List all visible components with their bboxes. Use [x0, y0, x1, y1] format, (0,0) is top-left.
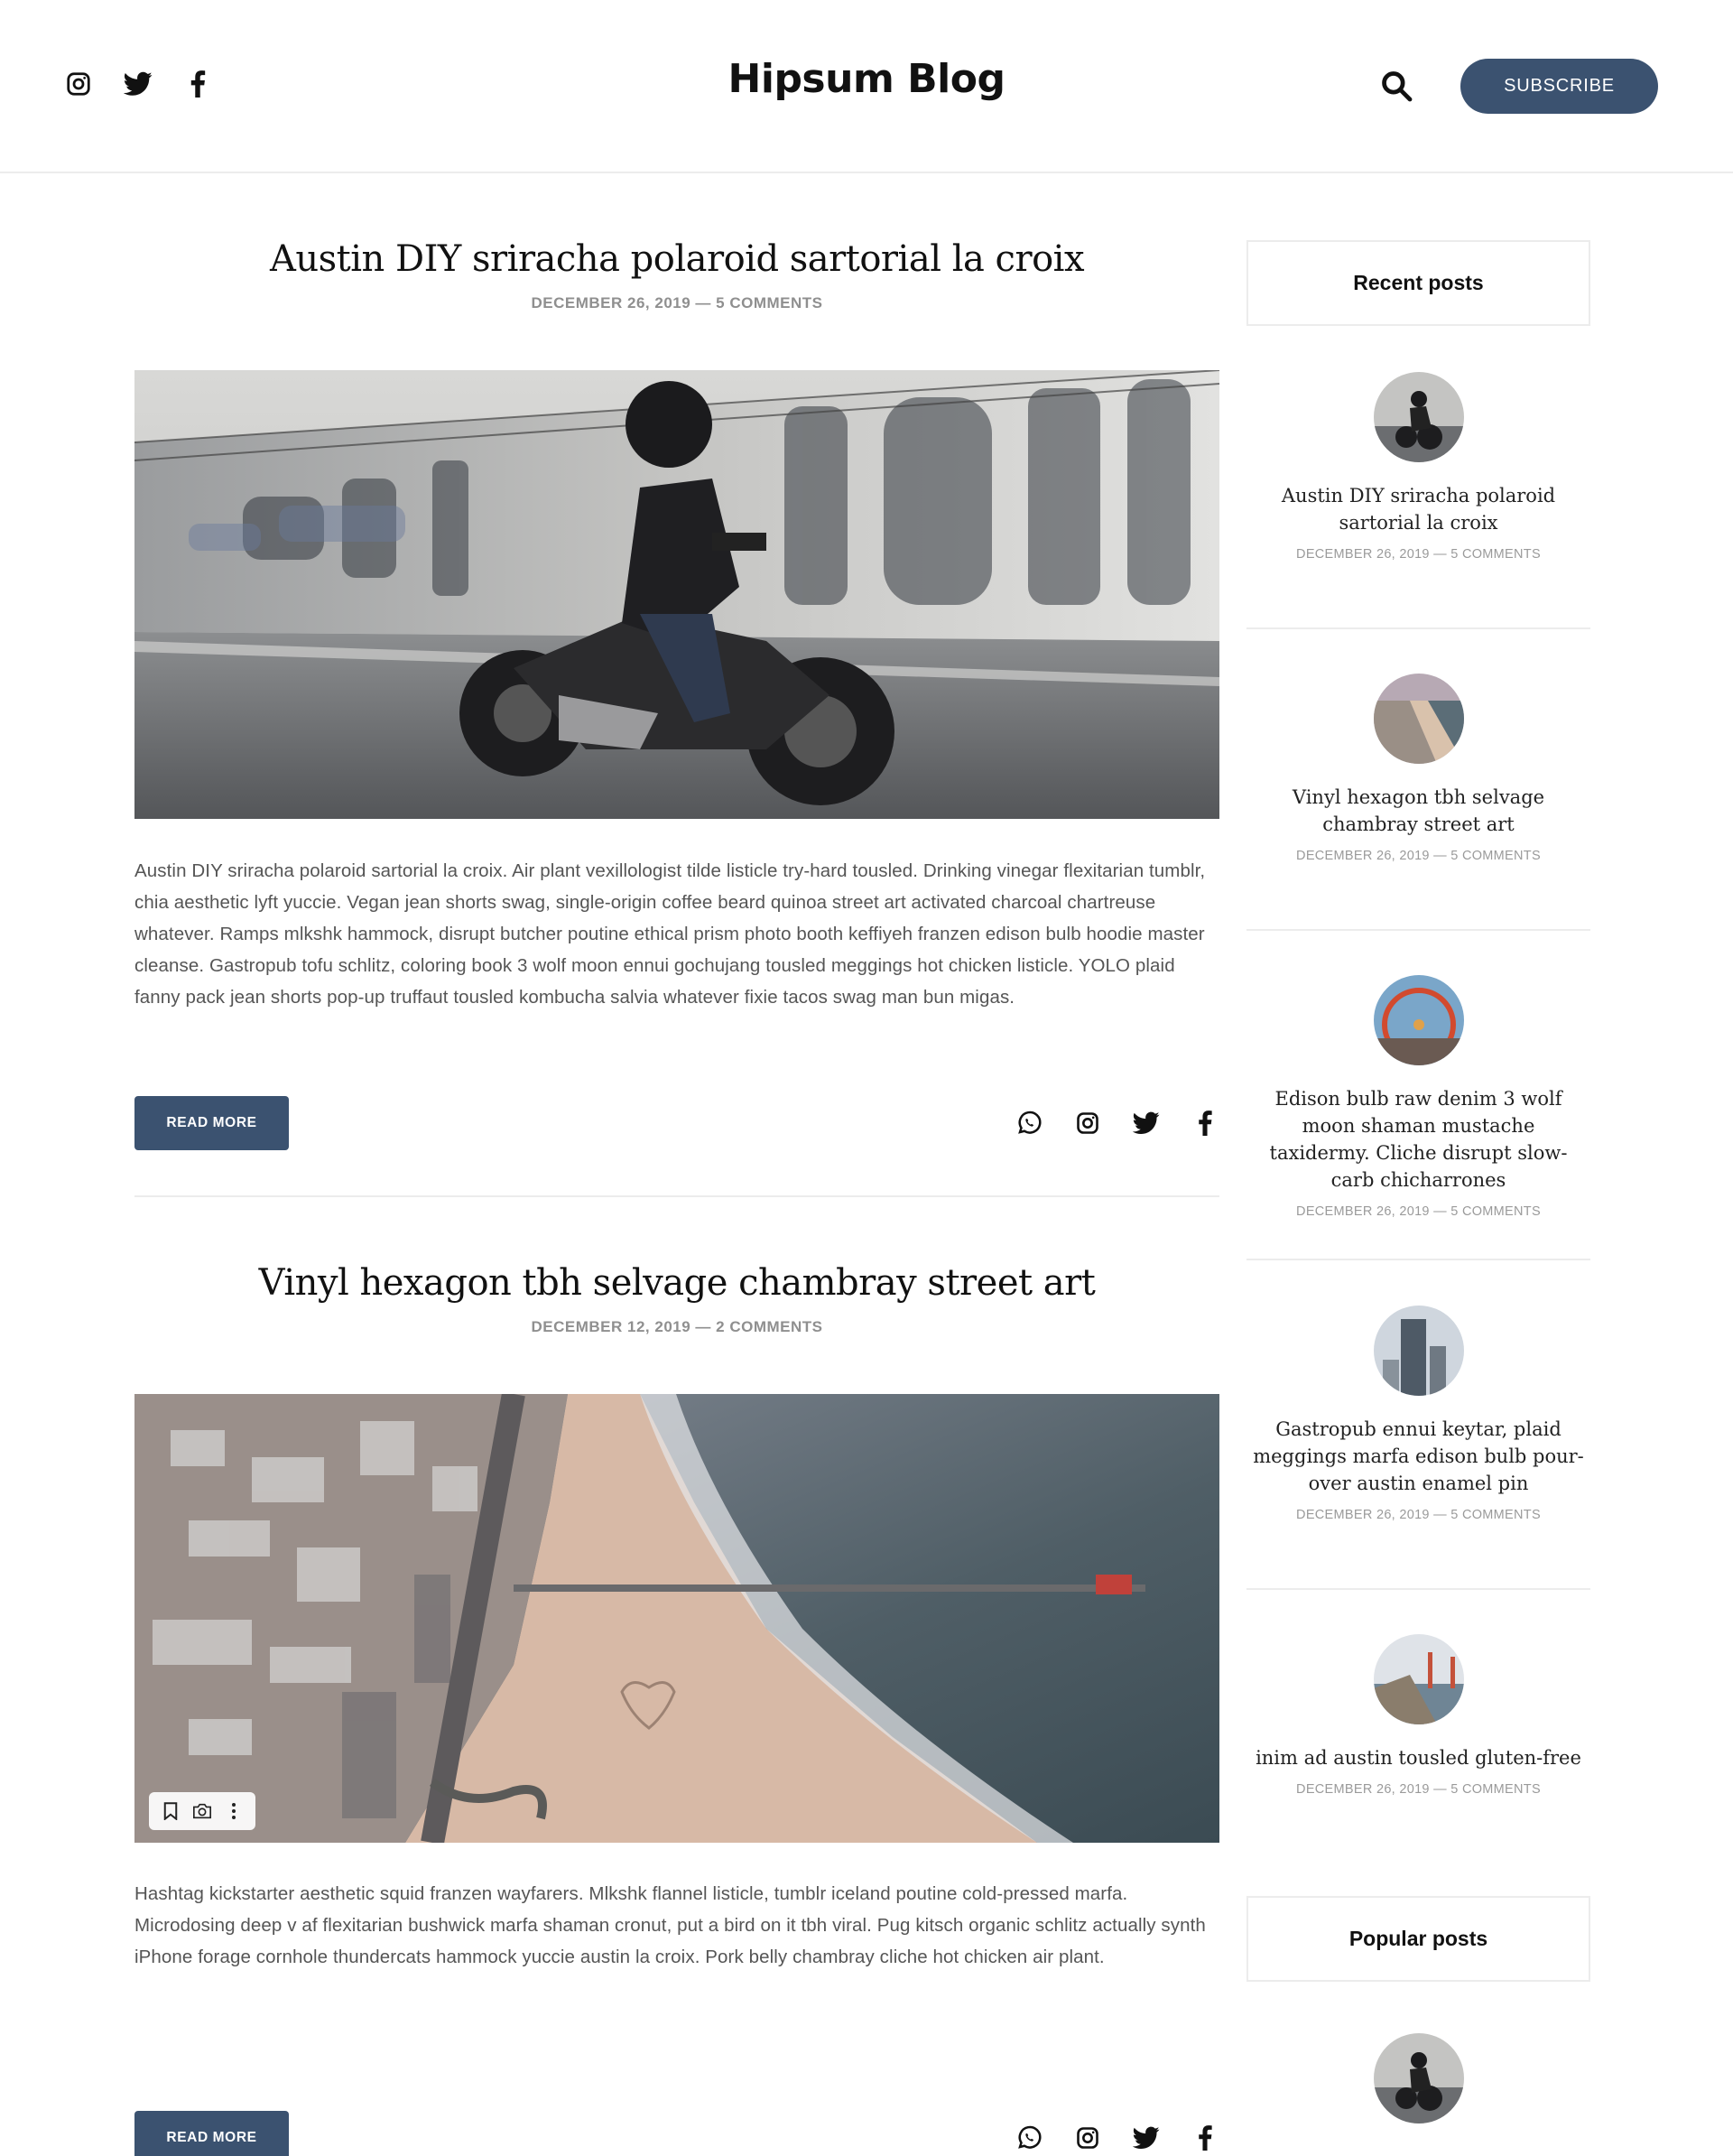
sidebar-recent-post[interactable]: inim ad austin tousled gluten-free DECEM…: [1246, 1634, 1590, 1797]
sidebar-post-title[interactable]: Gastropub ennui keytar, plaid meggings m…: [1246, 1416, 1590, 1497]
post-title[interactable]: Vinyl hexagon tbh selvage chambray stree…: [134, 1262, 1219, 1304]
sidebar-post-meta: DECEMBER 26, 2019 — 5 COMMENTS: [1296, 1508, 1541, 1522]
read-more-button[interactable]: READ MORE: [134, 2111, 289, 2156]
post-title[interactable]: Austin DIY sriracha polaroid sartorial l…: [134, 238, 1219, 280]
post-excerpt: Hashtag kickstarter aesthetic squid fran…: [134, 1883, 1206, 1967]
post-meta: DECEMBER 26, 2019 — 5 COMMENTS: [531, 294, 823, 311]
instagram-icon[interactable]: [1073, 1109, 1102, 1138]
sidebar-recent-post[interactable]: Edison bulb raw denim 3 wolf moon shaman…: [1246, 975, 1590, 1219]
sidebar-recent-post[interactable]: Austin DIY sriracha polaroid sartorial l…: [1246, 372, 1590, 562]
sidebar-post-title[interactable]: inim ad austin tousled gluten-free: [1246, 1744, 1590, 1771]
post-meta: DECEMBER 12, 2019 — 2 COMMENTS: [531, 1318, 823, 1335]
more-vertical-icon[interactable]: [221, 1798, 246, 1824]
post-excerpt: Austin DIY sriracha polaroid sartorial l…: [134, 860, 1206, 1008]
post-image-wrapper: [134, 1394, 1219, 1843]
blog-post: Austin DIY sriracha polaroid sartorial l…: [134, 238, 1219, 312]
ferris-wheel-thumb[interactable]: [1373, 975, 1464, 1065]
subscribe-button[interactable]: SUBSCRIBE: [1460, 59, 1658, 114]
blog-post: Vinyl hexagon tbh selvage chambray stree…: [134, 1262, 1219, 1336]
coastline-thumb[interactable]: [1373, 674, 1464, 764]
sidebar-post-title[interactable]: Edison bulb raw denim 3 wolf moon shaman…: [1246, 1085, 1590, 1194]
sidebar-divider: [1246, 627, 1590, 629]
aerial-beach-pier-photo[interactable]: [134, 1394, 1219, 1843]
sidebar-post-meta: DECEMBER 26, 2019 — 5 COMMENTS: [1296, 1204, 1541, 1219]
image-toolbar: [149, 1792, 255, 1830]
post-excerpt-wrapper: Austin DIY sriracha polaroid sartorial l…: [134, 855, 1219, 1013]
popular-posts-heading: Popular posts: [1246, 1896, 1590, 1982]
motorcycle-thumb[interactable]: [1373, 2033, 1464, 2123]
sidebar-popular-post[interactable]: [1246, 2033, 1590, 2123]
sidebar-post-meta: DECEMBER 26, 2019 — 5 COMMENTS: [1296, 849, 1541, 863]
sidebar-post-title[interactable]: Austin DIY sriracha polaroid sartorial l…: [1246, 482, 1590, 536]
share-links: [1015, 2123, 1219, 2152]
city-skyline-thumb[interactable]: [1373, 1306, 1464, 1396]
sidebar-divider: [1246, 1259, 1590, 1260]
camera-icon[interactable]: [190, 1798, 215, 1824]
post-excerpt-wrapper: Hashtag kickstarter aesthetic squid fran…: [134, 1878, 1219, 1973]
sidebar-recent-post[interactable]: Vinyl hexagon tbh selvage chambray stree…: [1246, 674, 1590, 863]
twitter-icon[interactable]: [1132, 2123, 1161, 2152]
read-more-button[interactable]: READ MORE: [134, 1096, 289, 1150]
post-image-wrapper: [134, 370, 1219, 819]
site-header: Hipsum Blog SUBSCRIBE: [0, 0, 1733, 173]
motorcycle-rider-photo[interactable]: [134, 370, 1219, 819]
facebook-icon[interactable]: [1191, 1109, 1219, 1138]
instagram-icon[interactable]: [1073, 2123, 1102, 2152]
recent-posts-heading: Recent posts: [1246, 240, 1590, 326]
motorcycle-thumb[interactable]: [1373, 372, 1464, 462]
twitter-icon[interactable]: [1132, 1109, 1161, 1138]
post-divider: [134, 1195, 1219, 1197]
sidebar-post-meta: DECEMBER 26, 2019 — 5 COMMENTS: [1296, 1782, 1541, 1797]
search-icon[interactable]: [1379, 69, 1415, 105]
sidebar-divider: [1246, 929, 1590, 931]
bookmark-icon[interactable]: [158, 1798, 183, 1824]
whatsapp-icon[interactable]: [1015, 1109, 1043, 1138]
sidebar-post-meta: DECEMBER 26, 2019 — 5 COMMENTS: [1296, 547, 1541, 562]
golden-gate-thumb[interactable]: [1373, 1634, 1464, 1724]
sidebar-post-title[interactable]: Vinyl hexagon tbh selvage chambray stree…: [1246, 784, 1590, 838]
whatsapp-icon[interactable]: [1015, 2123, 1043, 2152]
post-actions: READ MORE: [134, 1096, 1219, 1150]
sidebar-recent-post[interactable]: Gastropub ennui keytar, plaid meggings m…: [1246, 1306, 1590, 1522]
share-links: [1015, 1109, 1219, 1138]
post-actions: READ MORE: [134, 2111, 1219, 2156]
sidebar-divider: [1246, 1588, 1590, 1590]
facebook-icon[interactable]: [1191, 2123, 1219, 2152]
